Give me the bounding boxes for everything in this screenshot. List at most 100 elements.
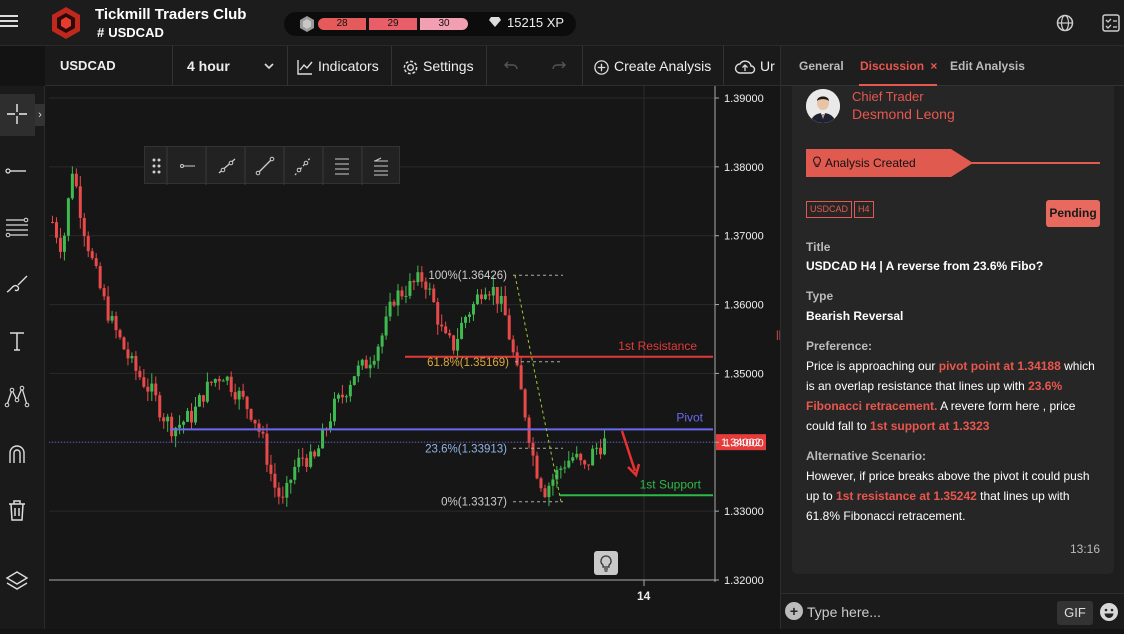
xp-level-30: 30 [420,18,468,30]
analysis-panel: General Discussion × Edit Analysis Chief… [780,46,1124,629]
candle [106,296,110,321]
candle [241,390,245,397]
candle [436,302,440,325]
message-input[interactable] [807,600,1047,624]
tab-general[interactable]: General [799,59,844,73]
candle [483,294,487,300]
candle [289,479,293,483]
symbol-selector[interactable]: USDCAD [45,46,173,86]
emoji-icon[interactable] [1099,602,1119,622]
add-attachment-icon[interactable]: + [785,602,803,620]
alternative-label: Alternative Scenario: [806,449,927,463]
candle [51,221,54,223]
candle [197,395,201,407]
magnet-icon[interactable] [4,441,30,467]
fib-retracement-icon[interactable] [335,158,349,175]
candle [595,447,599,449]
candle [229,376,233,393]
candle [146,386,150,392]
candle [126,349,130,359]
candle [261,431,265,434]
indicators-button[interactable]: Indicators [288,46,392,86]
xp-level-28: 28 [318,18,366,30]
pattern-icon[interactable] [4,384,30,410]
candle [471,304,475,315]
extended-line-icon[interactable] [294,156,312,176]
candle [599,447,603,455]
candle [102,288,106,297]
candle [86,236,90,252]
candle [412,280,416,283]
text-icon[interactable] [4,328,30,354]
interval-dropdown[interactable]: 4 hour [173,46,288,86]
candle [539,478,543,489]
candle [122,337,126,350]
candle [205,381,209,402]
crosshair-icon[interactable] [4,101,30,127]
candle [154,383,158,396]
create-analysis-button[interactable]: Create Analysis [583,46,724,86]
upload-button[interactable]: Ur [724,46,780,86]
menu-icon[interactable] [0,12,20,32]
type-value: Bearish Reversal [806,309,904,323]
idea-bulb-button[interactable] [594,551,618,575]
message-time: 13:16 [1070,542,1101,556]
checklist-icon[interactable] [1101,13,1121,33]
expand-tools-arrow[interactable]: › [35,104,45,126]
ray-icon[interactable] [218,158,236,174]
drag-handle-icon[interactable] [152,158,161,174]
candle [340,394,344,398]
candle [404,295,408,297]
y-tick-label: 1.33000 [724,506,764,518]
candle [503,295,507,316]
brush-icon[interactable] [4,271,30,297]
candle [74,173,78,187]
candle [559,468,563,470]
undo-icon[interactable] [503,58,519,74]
candle [567,460,571,468]
settings-button[interactable]: Settings [392,46,487,86]
trend-line-icon[interactable] [255,156,275,176]
y-tick-label: 1.34000 [724,437,764,449]
level-gem-icon [300,16,314,32]
diamond-icon [489,17,501,27]
candle [344,396,348,398]
candle [428,288,432,290]
redo-icon[interactable] [551,58,567,74]
x-axis-area [45,582,780,629]
candle [507,315,511,340]
price-chart[interactable]: 1st Resistance Pivot 1st Support 1.34002 10… [45,86,780,629]
y-tick-label: 1.32000 [724,575,764,587]
gif-button[interactable]: GIF [1057,601,1093,625]
candle [388,301,392,317]
candle [225,376,229,381]
candle [313,451,317,457]
candle [499,295,503,304]
xp-value: 15215 XP [489,15,564,30]
candle [448,333,452,336]
fib-icon[interactable] [4,214,30,240]
candle [579,453,583,461]
floating-draw-toolbar [144,146,400,185]
candle [118,330,122,338]
candle [360,359,364,366]
candle [432,288,436,303]
trash-icon[interactable] [4,497,30,523]
candle [487,294,491,296]
close-icon[interactable]: × [930,59,937,73]
globe-icon[interactable] [1055,13,1075,33]
layers-icon[interactable] [4,568,30,594]
title-value: USDCAD H4 | A reverse from 23.6% Fibo? [806,259,1044,273]
tab-discussion[interactable]: Discussion × [860,59,937,73]
candle [293,466,297,480]
candle [138,370,142,378]
line-icon[interactable] [4,158,30,184]
tab-edit-analysis[interactable]: Edit Analysis [950,59,1025,73]
fib-extension-icon[interactable] [374,157,388,176]
candle [209,381,213,383]
candle [400,290,404,297]
horizontal-ray-icon[interactable] [180,164,196,168]
candle [603,438,607,455]
y-tick-label: 1.38000 [724,162,764,174]
trader-name[interactable]: Desmond Leong [852,106,955,122]
